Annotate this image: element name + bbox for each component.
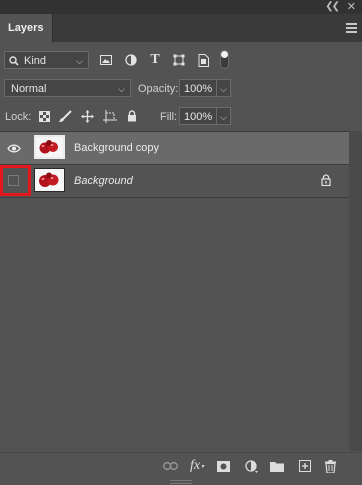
smart-object-filter-icon[interactable] <box>196 52 210 68</box>
delete-layer-trash-icon[interactable] <box>322 459 338 473</box>
layer-lock-icon[interactable] <box>321 174 331 189</box>
search-icon <box>9 52 19 76</box>
opacity-dropdown-icon[interactable]: ⌵ <box>220 80 227 98</box>
blend-mode-select[interactable]: Normal ⌵ <box>4 79 131 97</box>
opacity-label: Opacity: <box>138 83 179 95</box>
layers-footer-toolbar: fx ▾ <box>0 452 362 479</box>
panel-header-strip: ❮❮ ✕ <box>0 0 362 14</box>
adjustment-filter-icon[interactable] <box>124 52 138 68</box>
opacity-value: 100% <box>184 83 213 95</box>
layers-scrollbar[interactable] <box>349 131 362 451</box>
opacity-input[interactable]: 100% ⌵ <box>179 79 231 97</box>
image-filter-icon[interactable] <box>99 52 113 68</box>
lock-transparent-pixels-icon[interactable] <box>38 109 50 123</box>
lock-artboard-icon[interactable] <box>102 108 117 124</box>
collapse-panel-icon[interactable]: ❮❮ <box>325 1 340 12</box>
panel-tab-bar: Layers <box>0 14 362 42</box>
layer-thumbnail <box>34 135 65 159</box>
layer-name[interactable]: Background copy <box>74 132 159 164</box>
layer-row-background-copy[interactable]: Background copy <box>0 132 349 164</box>
visibility-eye-icon[interactable] <box>3 132 25 164</box>
new-group-folder-icon[interactable] <box>269 459 285 473</box>
link-layers-icon[interactable] <box>162 459 178 473</box>
lock-all-icon[interactable] <box>125 108 138 124</box>
fill-dropdown-icon[interactable]: ⌵ <box>220 108 227 126</box>
fill-input[interactable]: 100% ⌵ <box>179 107 231 125</box>
layer-row-background[interactable]: Background <box>0 165 349 197</box>
tab-layers[interactable]: Layers <box>0 14 54 42</box>
layer-divider <box>0 197 349 198</box>
new-layer-icon[interactable] <box>297 459 313 473</box>
close-panel-icon[interactable]: ✕ <box>347 0 356 13</box>
filter-kind-label: Kind <box>24 55 47 67</box>
fill-value: 100% <box>184 111 213 123</box>
lock-label: Lock: <box>5 111 32 123</box>
add-mask-icon[interactable] <box>215 459 231 473</box>
annotation-highlight-box <box>0 165 31 196</box>
fill-label: Fill: <box>160 111 178 123</box>
layer-thumbnail <box>34 168 65 192</box>
filter-toggle-icon[interactable] <box>220 50 229 69</box>
layer-style-fx-icon[interactable]: fx ▾ <box>189 458 205 473</box>
chevron-down-icon: ⌵ <box>118 84 125 94</box>
panel-resize-grip[interactable] <box>170 480 192 484</box>
panel-menu-icon[interactable] <box>346 23 357 35</box>
lock-position-icon[interactable] <box>80 108 94 124</box>
new-adjustment-layer-icon[interactable] <box>243 459 259 473</box>
chevron-down-icon: ⌵ <box>76 56 83 66</box>
layer-name[interactable]: Background <box>74 165 133 197</box>
filter-kind-select[interactable]: Kind ⌵ <box>4 51 89 69</box>
lock-image-pixels-icon[interactable] <box>58 108 72 124</box>
blend-mode-value: Normal <box>11 83 47 95</box>
shape-filter-icon[interactable] <box>172 52 186 68</box>
type-filter-icon[interactable]: T <box>148 51 162 69</box>
